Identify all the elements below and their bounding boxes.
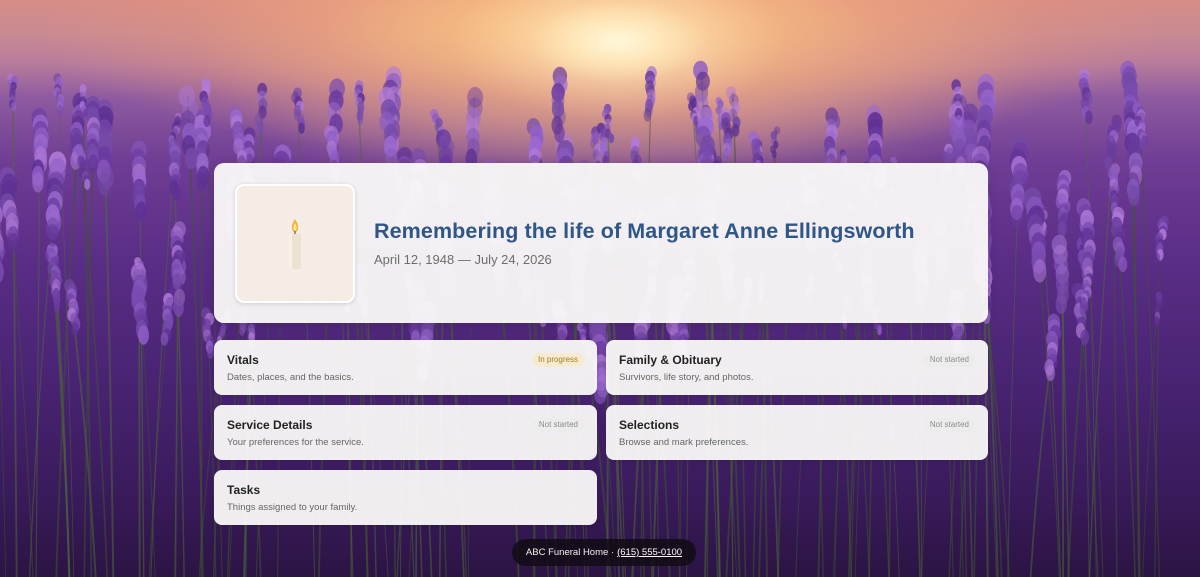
card-subtitle: Things assigned to your family.: [227, 502, 358, 513]
card-subtitle: Dates, places, and the basics.: [227, 372, 354, 383]
life-dates: April 12, 1948 — July 24, 2026: [374, 252, 552, 267]
status-badge: Not started: [532, 418, 584, 432]
section-card-service-details[interactable]: Service Details Your preferences for the…: [214, 405, 597, 460]
page-title: Remembering the life of Margaret Anne El…: [374, 219, 915, 243]
funeral-home-contact-bar: ABC Funeral Home · (615) 555-0100: [512, 539, 696, 566]
section-card-selections[interactable]: Selections Browse and mark preferences. …: [606, 405, 988, 460]
card-subtitle: Browse and mark preferences.: [619, 437, 749, 448]
card-title: Tasks: [227, 483, 261, 497]
status-badge: Not started: [923, 418, 975, 432]
section-card-tasks[interactable]: Tasks Things assigned to your family.: [214, 470, 597, 525]
card-title: Family & Obituary: [619, 353, 722, 367]
portrait-frame: [235, 184, 355, 303]
card-title: Vitals: [227, 353, 259, 367]
status-badge: In progress: [531, 353, 584, 367]
card-subtitle: Survivors, life story, and photos.: [619, 372, 754, 383]
memorial-header-card: Remembering the life of Margaret Anne El…: [214, 163, 988, 323]
card-subtitle: Your preferences for the service.: [227, 437, 364, 448]
business-name: ABC Funeral Home ·: [525, 547, 615, 558]
card-title: Selections: [619, 418, 680, 432]
candle-icon: [289, 219, 301, 269]
section-card-family-obituary[interactable]: Family & Obituary Survivors, life story,…: [606, 340, 988, 395]
section-card-vitals[interactable]: Vitals Dates, places, and the basics. In…: [214, 340, 597, 395]
phone-link[interactable]: (615) 555-0100: [617, 547, 682, 558]
card-title: Service Details: [227, 418, 313, 432]
status-badge: Not started: [923, 353, 975, 367]
